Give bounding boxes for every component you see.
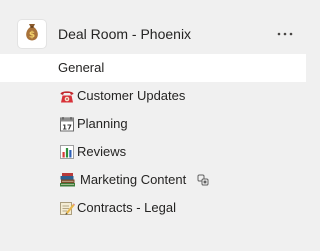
channel-label: Contracts - Legal — [77, 200, 176, 215]
channel-general[interactable]: General — [0, 54, 306, 82]
shared-channel-icon — [196, 173, 210, 187]
calendar-icon: 17 — [58, 115, 76, 133]
channel-reviews[interactable]: Reviews — [0, 138, 306, 166]
more-options-button[interactable] — [270, 22, 300, 46]
memo-icon — [58, 199, 76, 217]
svg-text:17: 17 — [62, 123, 72, 131]
channel-label: Customer Updates — [77, 88, 186, 103]
channel-label: Marketing Content — [80, 172, 187, 187]
books-icon — [58, 171, 76, 189]
team-name[interactable]: Deal Room - Phoenix — [58, 25, 191, 43]
more-options-icon — [277, 32, 293, 36]
channel-planning[interactable]: 17 Planning — [0, 110, 306, 138]
channel-list: General Customer Updates 17 Planning Rev… — [0, 54, 306, 222]
channel-label: Reviews — [77, 144, 127, 159]
channel-customer-updates[interactable]: Customer Updates — [0, 82, 306, 110]
channel-label: General — [58, 60, 105, 75]
channel-label: Planning — [77, 116, 128, 131]
telephone-icon — [58, 87, 76, 105]
team-header[interactable]: $ Deal Room - Phoenix — [0, 0, 306, 56]
svg-text:$: $ — [29, 30, 35, 40]
money-bag-icon: $ — [21, 21, 43, 48]
channel-contracts-legal[interactable]: Contracts - Legal — [0, 194, 306, 222]
bar-chart-icon — [58, 143, 76, 161]
team-avatar[interactable]: $ — [18, 20, 46, 48]
channel-marketing-content[interactable]: Marketing Content — [0, 166, 306, 194]
